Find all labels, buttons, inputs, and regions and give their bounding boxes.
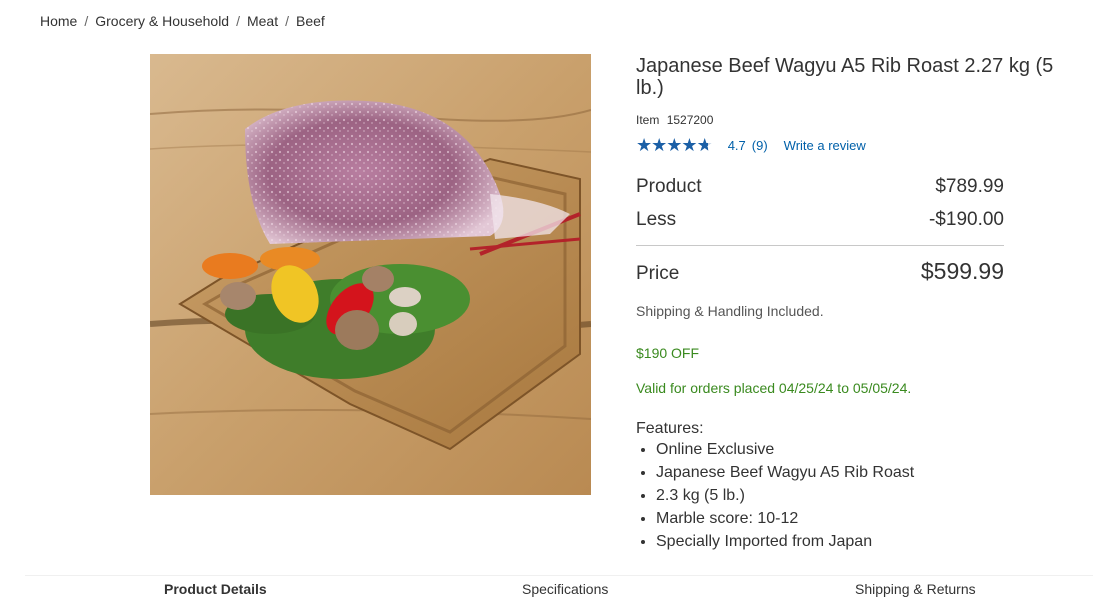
product-price-value: $789.99 [935,176,1004,197]
breadcrumb-home[interactable]: Home [40,13,77,29]
shipping-note: Shipping & Handling Included. [636,303,824,319]
star-icon: ★ [666,135,682,155]
item-number-line: Item 1527200 [636,113,1066,127]
breadcrumb: Home / Grocery & Household / Meat / Beef [40,13,325,29]
star-icon: ★ [636,135,652,155]
write-review-link[interactable]: Write a review [784,138,866,153]
breadcrumb-separator: / [285,13,289,29]
tab-specifications[interactable]: Specifications [522,581,608,597]
rating-stars[interactable]: ★ ★ ★ ★ ★ ★ [636,135,713,155]
product-price-label: Product [636,176,702,197]
feature-item: Specially Imported from Japan [656,530,1066,553]
product-page: Home / Grocery & Household / Meat / Beef [0,0,1093,605]
price-table: Product $789.99 Less -$190.00 Price $599… [636,176,1004,285]
feature-item: 2.3 kg (5 lb.) [656,484,1066,507]
item-number: 1527200 [666,113,714,127]
price-divider [636,245,1004,246]
discount-badge: $190 OFF [636,345,700,361]
breadcrumb-separator: / [236,13,240,29]
product-tabs: Product Details Specifications Shipping … [25,575,1093,605]
breadcrumb-grocery-household[interactable]: Grocery & Household [95,13,229,29]
features-heading: Features: [636,420,704,437]
final-price-row: Price $599.99 [636,258,1004,285]
final-price-value: $599.99 [920,258,1004,284]
product-info: Japanese Beef Wagyu A5 Rib Roast 2.27 kg… [636,55,1066,553]
less-row: Less -$190.00 [636,209,1004,231]
tab-product-details[interactable]: Product Details [164,581,267,597]
feature-item: Online Exclusive [656,438,1066,461]
features-list: Online Exclusive Japanese Beef Wagyu A5 … [636,438,1066,553]
feature-item: Japanese Beef Wagyu A5 Rib Roast [656,461,1066,484]
promo-validity: Valid for orders placed 04/25/24 to 05/0… [636,380,912,396]
rating-count[interactable]: (9) [752,138,768,153]
product-image[interactable] [150,54,591,495]
product-photo-wagyu-roast-icon [150,54,591,495]
less-label: Less [636,209,677,230]
less-amount: -$190.00 [928,209,1004,230]
final-price-label: Price [636,263,680,284]
breadcrumb-separator: / [84,13,89,29]
product-price-row: Product $789.99 [636,176,1004,198]
breadcrumb-beef[interactable]: Beef [296,13,325,29]
item-label: Item [636,113,660,127]
star-half-icon: ★ ★ [696,135,713,155]
feature-item: Marble score: 10-12 [656,507,1066,530]
rating-row: ★ ★ ★ ★ ★ ★ 4.7 (9) Write a review [636,136,1066,154]
product-title: Japanese Beef Wagyu A5 Rib Roast 2.27 kg… [636,55,1054,99]
breadcrumb-meat[interactable]: Meat [247,13,278,29]
star-icon: ★ [651,135,667,155]
rating-value[interactable]: 4.7 [728,138,746,153]
tab-shipping-returns[interactable]: Shipping & Returns [855,581,976,597]
star-icon: ★ [681,135,697,155]
